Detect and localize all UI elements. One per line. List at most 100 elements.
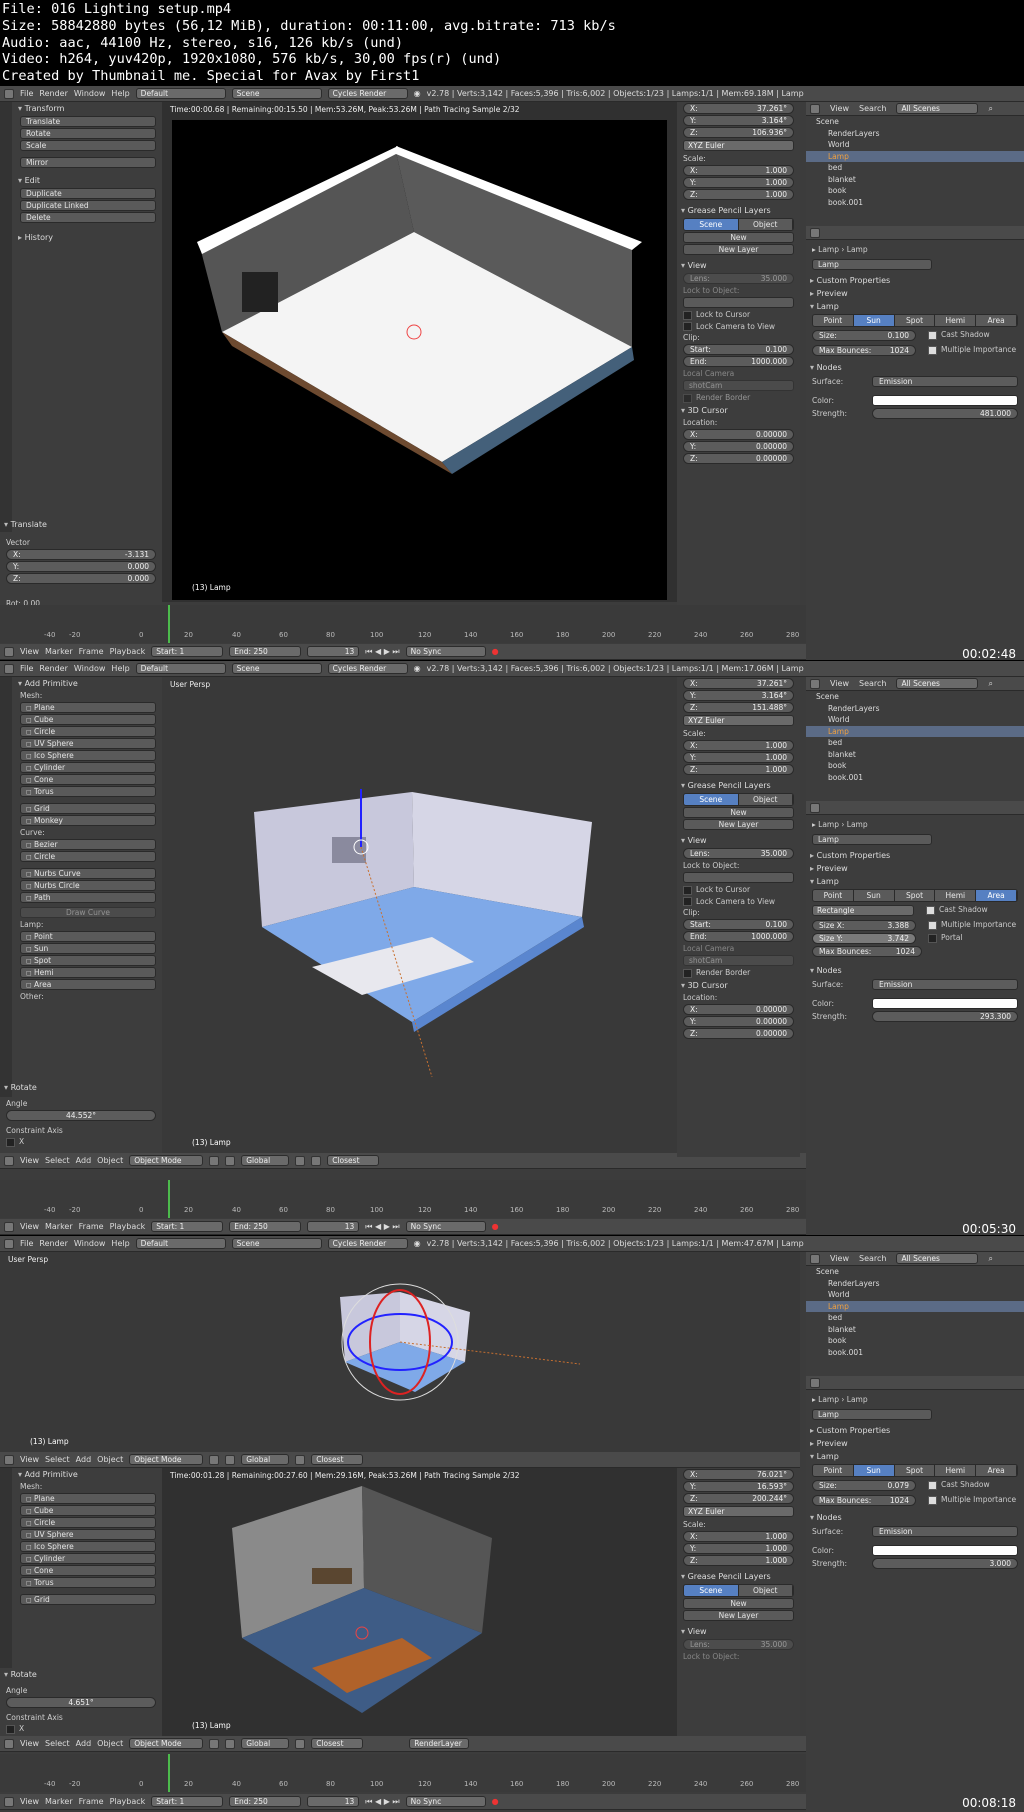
outliner-item[interactable]: Lamp [806, 725, 1024, 737]
vector-y-field[interactable]: Y: 0.000 [6, 561, 156, 572]
outliner-search-menu[interactable]: Search [859, 1254, 886, 1263]
mirror-button[interactable]: Mirror [20, 157, 156, 168]
lamp-type-area[interactable]: Area [976, 315, 1017, 326]
shading-icon[interactable] [209, 1454, 220, 1465]
portal-checkbox[interactable]: Portal [922, 932, 1024, 945]
timeline-view-menu[interactable]: View [20, 1797, 39, 1806]
new-layer-button[interactable]: New Layer [683, 244, 794, 255]
history-header[interactable]: History [14, 231, 162, 244]
color-swatch[interactable] [872, 395, 1018, 406]
cursor-x-field[interactable]: X: 0.00000 [683, 1003, 794, 1015]
edit-header[interactable]: Edit [14, 174, 162, 187]
add-grid-button[interactable]: Grid [20, 803, 156, 814]
render-layer-select[interactable]: RenderLayer [409, 1738, 470, 1749]
engine-select[interactable]: Cycles Render [327, 88, 408, 99]
outliner-display-select[interactable]: All Scenes [896, 678, 979, 689]
outliner-search-menu[interactable]: Search [859, 679, 886, 688]
grease-source-tabs[interactable]: Scene Object [683, 1584, 794, 1597]
nodes-header[interactable]: Nodes [806, 361, 1024, 374]
shading-icon[interactable] [209, 1738, 220, 1749]
lamp-size-field[interactable]: Size: 0.100 [812, 330, 916, 341]
outliner-editor-icon[interactable] [810, 678, 820, 689]
pivot-icon[interactable] [225, 1155, 236, 1166]
add-grid-button[interactable]: Grid [20, 1594, 156, 1605]
render-border-checkbox[interactable]: Render Border [677, 967, 800, 979]
record-icon[interactable]: ● [492, 1222, 499, 1231]
area-shape-select[interactable]: Rectangle [812, 905, 914, 916]
lamp-type-tabs[interactable]: Point Sun Spot Hemi Area [812, 1464, 1018, 1477]
add-area-lamp-button[interactable]: Area [20, 979, 156, 990]
menu-window[interactable]: Window [74, 89, 106, 98]
vector-z-field[interactable]: Z: 0.000 [6, 573, 156, 584]
draw-curve-button[interactable]: Draw Curve [20, 907, 156, 918]
outliner-item[interactable]: Lamp [806, 150, 1024, 162]
outliner-item[interactable]: bed [806, 737, 1024, 749]
menu-help[interactable]: Help [111, 89, 129, 98]
current-frame-field[interactable]: 13 [307, 646, 360, 657]
tab-scene[interactable]: Scene [684, 219, 739, 230]
outliner-item[interactable]: book.001 [806, 197, 1024, 209]
rot-y-field[interactable]: Y: 3.164° [683, 115, 794, 126]
rotation-mode-select[interactable]: XYZ Euler [683, 1506, 794, 1517]
lamp-name-field[interactable]: Lamp [812, 259, 932, 270]
snap-target-select[interactable]: Closest [311, 1454, 364, 1465]
snap-target-select[interactable]: Closest [327, 1155, 380, 1166]
menu-window[interactable]: Window [74, 1239, 106, 1248]
lamp-header[interactable]: Lamp [806, 1450, 1024, 1463]
snap-icon[interactable] [311, 1155, 322, 1166]
view-header[interactable]: View [677, 834, 800, 847]
outliner-item[interactable]: book [806, 1335, 1024, 1347]
timeline-playback-menu[interactable]: Playback [110, 1797, 146, 1806]
outliner-item[interactable]: bed [806, 1312, 1024, 1324]
object-menu[interactable]: Object [97, 1156, 123, 1165]
select-menu[interactable]: Select [45, 1455, 70, 1464]
lamp-type-sun[interactable]: Sun [853, 890, 895, 901]
constraint-x-checkbox[interactable]: X [0, 1136, 162, 1148]
custom-properties-header[interactable]: Custom Properties [806, 274, 1024, 287]
outliner-editor-icon[interactable] [810, 1253, 820, 1264]
lamp-type-hemi[interactable]: Hemi [935, 1465, 977, 1476]
sync-mode-select[interactable]: No Sync [405, 1221, 486, 1232]
scale-y-field[interactable]: Y: 1.000 [683, 1543, 794, 1554]
menu-help[interactable]: Help [111, 1239, 129, 1248]
scale-x-field[interactable]: X: 1.000 [683, 740, 794, 751]
add-monkey-button[interactable]: Monkey [20, 815, 156, 826]
lamp-type-hemi[interactable]: Hemi [935, 890, 977, 901]
local-camera-field[interactable]: shotCam [683, 955, 794, 966]
lamp-type-sun[interactable]: Sun [853, 1465, 895, 1476]
orientation-select[interactable]: Global [241, 1155, 290, 1166]
add-cone-button[interactable]: Cone [20, 774, 156, 785]
local-camera-field[interactable]: shotCam [683, 380, 794, 391]
tab-object[interactable]: Object [738, 219, 793, 230]
add-torus-button[interactable]: Torus [20, 786, 156, 797]
current-frame-field[interactable]: 13 [307, 1796, 360, 1807]
multiple-importance-checkbox[interactable]: Multiple Importance [922, 919, 1024, 932]
menu-render[interactable]: Render [39, 1239, 67, 1248]
scene-select[interactable]: Scene [231, 88, 322, 99]
timeline[interactable]: -40 -20 0 20 40 60 80 100 120 140 160 180 200 220 240 2… [0, 1754, 806, 1792]
info-editor-icon[interactable] [4, 1238, 14, 1249]
add-primitive-header[interactable]: Add Primitive [14, 677, 162, 690]
outliner-item[interactable]: RenderLayers [806, 128, 1024, 140]
select-menu[interactable]: Select [45, 1739, 70, 1748]
lock-object-field[interactable] [683, 872, 794, 883]
3d-viewport[interactable]: User Persp (13) Lamp [162, 677, 677, 1153]
scale-y-field[interactable]: Y: 1.000 [683, 752, 794, 763]
outliner-item[interactable]: Scene [806, 1266, 1024, 1278]
custom-properties-header[interactable]: Custom Properties [806, 1424, 1024, 1437]
add-cube-button[interactable]: Cube [20, 1505, 156, 1516]
grease-pencil-header[interactable]: Grease Pencil Layers [677, 1570, 800, 1583]
custom-properties-header[interactable]: Custom Properties [806, 849, 1024, 862]
add-ico-sphere-button[interactable]: Ico Sphere [20, 750, 156, 761]
add-spot-lamp-button[interactable]: Spot [20, 955, 156, 966]
layers-icon[interactable] [295, 1738, 306, 1749]
search-icon[interactable]: ⌕ [988, 679, 992, 689]
lamp-type-area[interactable]: Area [976, 1465, 1017, 1476]
delete-button[interactable]: Delete [20, 212, 156, 223]
outliner-item[interactable]: book [806, 185, 1024, 197]
rot-y-field[interactable]: Y: 3.164° [683, 690, 794, 701]
add-bezier-button[interactable]: Bezier [20, 839, 156, 850]
add-bezier-circle-button[interactable]: Circle [20, 851, 156, 862]
constraint-x-checkbox[interactable]: X [0, 1723, 162, 1735]
rot-z-field[interactable]: Z: 106.936° [683, 127, 794, 138]
